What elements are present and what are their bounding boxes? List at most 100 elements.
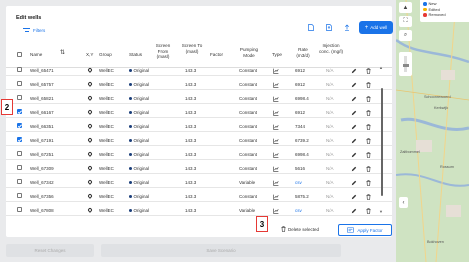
type-chart-icon[interactable] [273,138,279,145]
apply-factor-button[interactable]: Apply Factor [338,224,392,236]
row-checkbox[interactable] [17,137,22,142]
rate-value: 6998.4 [295,95,309,101]
table-row[interactable]: Well_66351 WellEC Original 143.3 Constant 734… [6,120,392,132]
edit-pencil-icon[interactable] [351,110,357,117]
delete-trash-icon[interactable] [366,137,371,145]
location-pin-icon[interactable] [87,165,94,172]
row-checkbox[interactable] [17,193,22,198]
table-row[interactable]: Well_66167 WellEC Original 143.3 Constant 691… [6,106,392,118]
location-pin-icon[interactable] [87,123,94,130]
save-scenario-button[interactable]: Save Scenario [101,244,341,257]
row-checkbox[interactable] [17,151,22,156]
row-checkbox[interactable] [17,165,22,170]
compass-icon[interactable]: ▲ [399,2,412,13]
table-row[interactable]: Well_67356 WellEC Original 143.3 Constant 587… [6,190,392,202]
type-chart-icon[interactable] [273,68,279,75]
pumping-mode-value: Variable [239,207,256,213]
delete-trash-icon[interactable] [366,81,371,89]
type-chart-icon[interactable] [273,180,279,187]
location-pin-icon[interactable] [87,151,94,158]
edit-pencil-icon[interactable] [351,124,357,131]
type-chart-icon[interactable] [273,166,279,173]
type-chart-icon[interactable] [273,96,279,103]
pumping-mode-value: Constant [239,109,258,115]
edit-pencil-icon[interactable] [351,152,357,159]
edit-pencil-icon[interactable] [351,166,357,173]
table-row[interactable]: Well_67309 WellEC Original 143.3 Constant 561… [6,162,392,174]
delete-trash-icon[interactable] [366,67,371,75]
delete-trash-icon[interactable] [366,207,371,215]
delete-trash-icon[interactable] [366,165,371,173]
col-xy: X,Y [86,52,94,57]
delete-selected-button[interactable]: Delete selected [281,226,319,232]
add-well-label: Add well [370,25,388,30]
row-checkbox[interactable] [17,123,22,128]
type-chart-icon[interactable] [273,124,279,131]
search-icon[interactable]: ⌕ [399,30,412,41]
row-checkbox[interactable] [17,95,22,100]
select-all-checkbox[interactable] [17,52,22,57]
row-checkbox[interactable] [17,109,22,114]
delete-trash-icon[interactable] [366,123,371,131]
table-row[interactable]: Well_67808 WellEC Original 143.3 Variable csv… [6,204,392,216]
edit-pencil-icon[interactable] [351,138,357,145]
sort-icon[interactable]: ⇅ [60,50,65,57]
upload-button[interactable] [342,22,352,32]
type-chart-icon[interactable] [273,208,279,215]
scroll-down-arrow-icon[interactable]: ▼ [379,209,383,214]
row-checkbox[interactable] [17,207,22,212]
type-chart-icon[interactable] [273,194,279,201]
location-pin-icon[interactable] [87,81,94,88]
type-chart-icon[interactable] [273,152,279,159]
location-pin-icon[interactable] [87,67,94,74]
well-name: Well_66351 [30,123,54,129]
type-chart-icon[interactable] [273,82,279,89]
delete-trash-icon[interactable] [366,95,371,103]
filters-button[interactable]: Filters [23,28,45,33]
edit-pencil-icon[interactable] [351,96,357,103]
location-pin-icon[interactable] [87,109,94,116]
delete-trash-icon[interactable] [366,109,371,117]
injection-value: N/A [326,81,334,87]
col-name[interactable]: Name [30,52,42,58]
map-place-label: Zaltbommel [400,150,420,154]
table-row[interactable]: Well_65471 WellEC Original 143.3 Constant 691… [6,64,392,76]
location-pin-icon[interactable] [87,179,94,186]
location-pin-icon[interactable] [87,193,94,200]
row-checkbox[interactable] [17,81,22,86]
scroll-up-arrow-icon[interactable]: ▲ [379,65,383,70]
edit-pencil-icon[interactable] [351,82,357,89]
rate-value[interactable]: csv [295,180,302,185]
fullscreen-icon[interactable]: ⛶ [399,16,412,27]
row-checkbox[interactable] [17,179,22,184]
edit-pencil-icon[interactable] [351,208,357,215]
add-well-button[interactable]: + Add well [359,21,393,34]
row-checkbox[interactable] [17,67,22,72]
export-file-button[interactable] [324,22,334,32]
edit-pencil-icon[interactable] [351,68,357,75]
type-chart-icon[interactable] [273,110,279,117]
table-row[interactable]: Well_65757 WellEC Original 143.3 Constant 691… [6,78,392,90]
delete-trash-icon[interactable] [366,193,371,201]
table-row[interactable]: Well_67342 WellEC Original 143.3 Variable csv… [6,176,392,188]
delete-trash-icon[interactable] [366,151,371,159]
location-pin-icon[interactable] [87,207,94,214]
table-row[interactable]: Well_67191 WellEC Original 143.3 Constant 673… [6,134,392,146]
well-group: WellEC [99,151,114,157]
delete-trash-icon[interactable] [366,179,371,187]
screen-to-value: 143.3 [185,137,197,143]
reset-changes-button[interactable]: Reset Changes [6,244,94,257]
rate-value: 6912 [295,109,306,115]
collapse-arrow-icon[interactable]: ‹ [399,197,408,208]
edit-pencil-icon[interactable] [351,180,357,187]
zoom-slider[interactable] [399,52,412,76]
edit-pencil-icon[interactable] [351,194,357,201]
rate-value[interactable]: csv [295,208,302,213]
pumping-mode-value: Constant [239,67,258,73]
import-file-button[interactable] [306,22,316,32]
table-row[interactable]: Well_67251 WellEC Original 143.3 Constant 699… [6,148,392,160]
well-name: Well_67309 [30,165,54,171]
table-row[interactable]: Well_65821 WellEC Original 143.3 Constant 699… [6,92,392,104]
location-pin-icon[interactable] [87,95,94,102]
location-pin-icon[interactable] [87,137,94,144]
